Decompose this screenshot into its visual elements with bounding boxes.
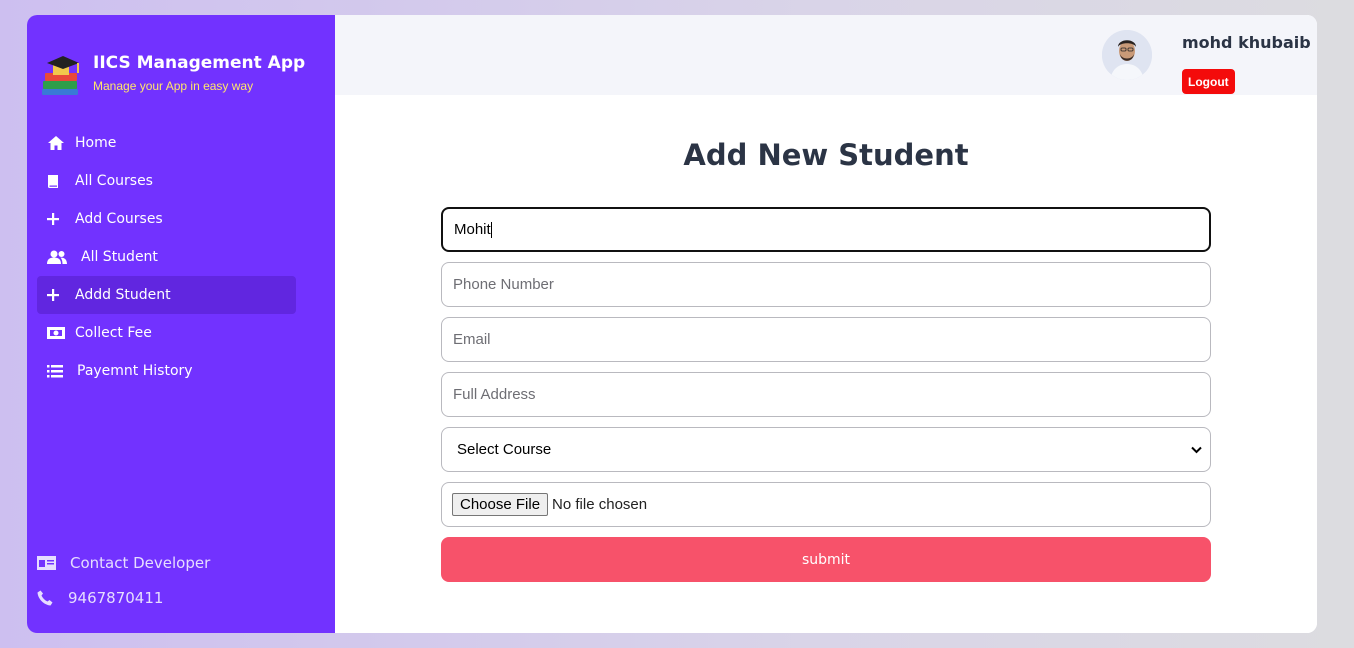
app-logo (42, 56, 79, 95)
app-subtitle: Manage your App in easy way (93, 79, 254, 93)
sidebar-item-label: All Student (81, 249, 158, 265)
page-title: Add New Student (683, 138, 969, 172)
user-avatar[interactable] (1102, 30, 1152, 80)
sidebar-menu: Home All Courses Add Courses All Student (37, 124, 296, 390)
user-name: mohd khubaib (1182, 33, 1311, 52)
contact-section: Contact Developer 9467870411 (37, 545, 210, 615)
course-select[interactable]: Select Course (441, 427, 1211, 472)
avatar-image (1102, 30, 1152, 80)
sidebar-item-label: Addd Student (75, 287, 171, 303)
sidebar-item-label: Home (75, 135, 117, 151)
sidebar-item-all-courses[interactable]: All Courses (37, 162, 296, 200)
text-cursor (490, 221, 492, 238)
phone-icon (37, 590, 53, 605)
brand: IICS Management App Manage your App in e… (39, 51, 305, 97)
choose-file-button[interactable]: Choose File (452, 493, 549, 516)
email-input[interactable] (441, 317, 1211, 362)
sidebar: IICS Management App Manage your App in e… (27, 15, 335, 633)
course-select-value: Select Course (457, 441, 552, 458)
users-icon (47, 248, 71, 266)
student-name-value: Mohit (454, 221, 491, 238)
phone-number-input[interactable] (441, 262, 1211, 307)
contact-developer-label: Contact Developer (70, 553, 211, 572)
sidebar-item-label: Add Courses (75, 211, 163, 227)
sidebar-item-payment-history[interactable]: Payemnt History (37, 352, 296, 390)
sidebar-item-all-student[interactable]: All Student (37, 238, 296, 276)
contact-developer[interactable]: Contact Developer (37, 545, 210, 580)
sidebar-item-add-courses[interactable]: Add Courses (37, 200, 296, 238)
student-name-input[interactable]: Mohit (441, 207, 1211, 252)
main-content: mohd khubaib Logout Add New Student Mohi… (335, 15, 1317, 633)
id-card-icon (37, 555, 56, 570)
full-address-input[interactable] (441, 372, 1211, 417)
home-icon (47, 134, 69, 152)
book-icon (47, 172, 65, 190)
plus-icon (47, 286, 65, 304)
top-bar: mohd khubaib Logout (335, 15, 1317, 95)
sidebar-item-label: All Courses (75, 173, 153, 189)
sidebar-item-label: Collect Fee (75, 325, 152, 341)
sidebar-item-add-student[interactable]: Addd Student (37, 276, 296, 314)
app-window: IICS Management App Manage your App in e… (27, 15, 1317, 633)
sidebar-item-home[interactable]: Home (37, 124, 296, 162)
file-status: No file chosen (552, 496, 648, 513)
app-title: IICS Management App (93, 53, 306, 73)
contact-phone[interactable]: 9467870411 (37, 580, 210, 615)
list-icon (47, 362, 67, 380)
submit-button[interactable]: submit (441, 537, 1211, 582)
sidebar-item-collect-fee[interactable]: Collect Fee (37, 314, 296, 352)
plus-icon (47, 210, 65, 228)
file-upload-field: Choose File No file chosen (441, 482, 1211, 527)
money-icon (47, 324, 69, 342)
contact-phone-number: 9467870411 (68, 588, 164, 607)
sidebar-item-label: Payemnt History (77, 363, 193, 379)
logout-button[interactable]: Logout (1182, 69, 1235, 94)
chevron-down-icon (1191, 446, 1202, 453)
